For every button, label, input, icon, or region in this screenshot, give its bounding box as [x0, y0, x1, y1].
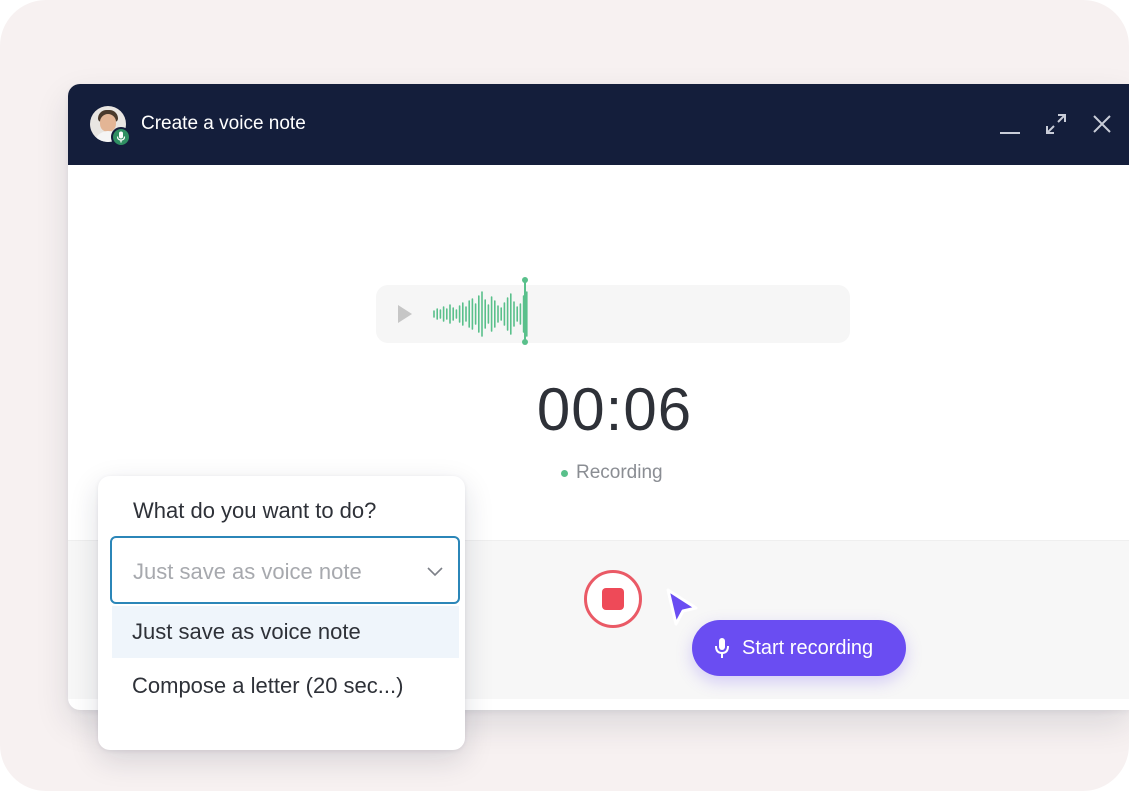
- recording-dot-icon: [561, 469, 568, 477]
- mic-icon: [111, 127, 131, 147]
- action-select-value: Just save as voice note: [133, 559, 362, 584]
- dropdown-question: What do you want to do?: [133, 498, 377, 523]
- start-recording-button[interactable]: Start recording: [692, 620, 906, 676]
- waveform: [433, 291, 528, 337]
- recording-timer: 00:06: [536, 376, 693, 443]
- option-compose-letter[interactable]: Compose a letter (20 sec...): [112, 660, 459, 712]
- playhead[interactable]: [522, 277, 528, 345]
- recording-status-label: Recording: [576, 462, 663, 483]
- start-recording-label: Start recording: [742, 636, 874, 659]
- cursor-icon: [666, 588, 698, 626]
- recording-status: Recording: [561, 462, 663, 484]
- window-title: Create a voice note: [141, 113, 306, 134]
- expand-icon[interactable]: [1042, 110, 1070, 138]
- action-dropdown-card: What do you want to do? Just save as voi…: [98, 476, 465, 750]
- option-save-voice-note[interactable]: Just save as voice note: [112, 606, 459, 658]
- action-select[interactable]: Just save as voice note: [110, 536, 460, 604]
- minimize-icon[interactable]: [996, 110, 1024, 138]
- mic-icon: [715, 638, 729, 658]
- stop-icon: [602, 588, 624, 610]
- audio-player: [376, 277, 850, 345]
- play-icon[interactable]: [398, 305, 412, 323]
- close-icon[interactable]: [1088, 110, 1116, 138]
- chevron-down-icon: [427, 567, 443, 577]
- window-titlebar: Create a voice note: [68, 84, 1129, 165]
- stop-button[interactable]: [584, 570, 642, 628]
